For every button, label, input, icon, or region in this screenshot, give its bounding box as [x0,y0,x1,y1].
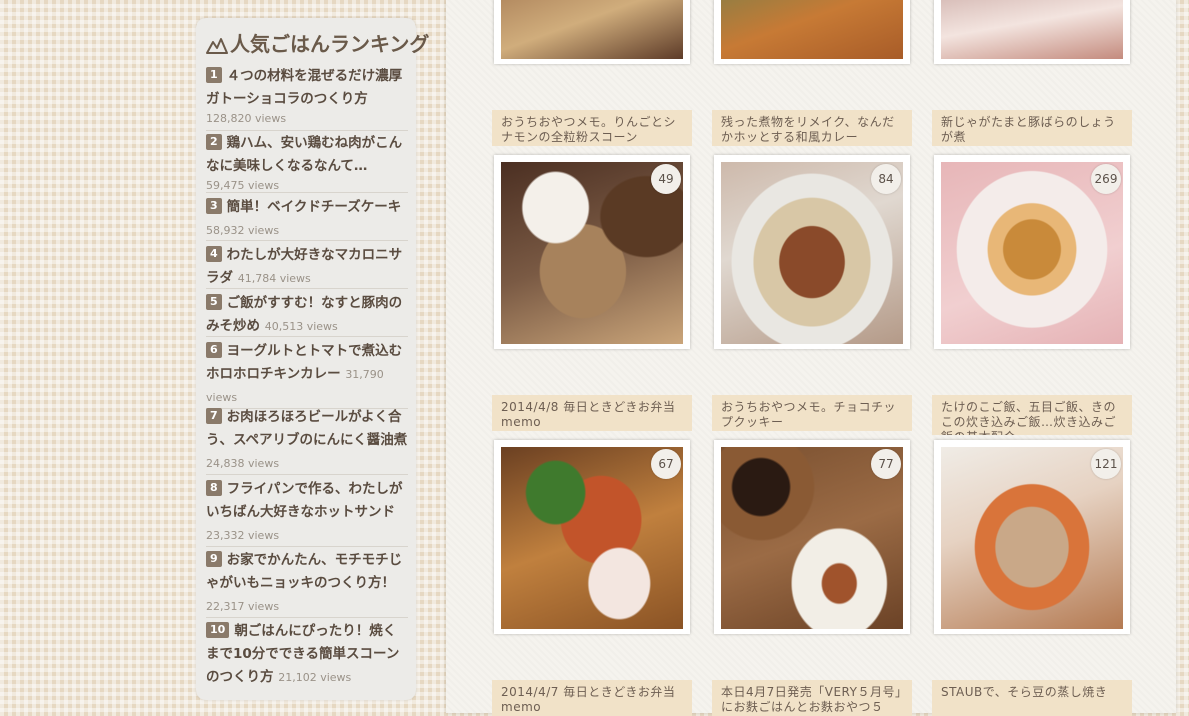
ranking-title: 人気ごはんランキング [206,28,429,58]
ranking-item-1[interactable]: 1 ４つの材料を混ぜるだけ濃厚ガトーショコラのつくり方 128,820 views [206,65,408,131]
rank-number: 1 [206,67,222,83]
post-photo[interactable]: 49 [494,155,690,349]
rank-number: 2 [206,134,222,150]
ranking-item-10[interactable]: 10 朝ごはんにぴったり！焼くまで10分でできる簡単スコーンのつくり方 21,10… [206,620,408,688]
ranking-item-views: 59,475 views [206,179,280,192]
ranking-item-title[interactable]: 鶏ハム、安い鶏むね肉がこんなに美味しくなるなんて… [206,135,402,174]
comment-count-badge: 67 [651,449,681,479]
ranking-item-views: 23,332 views [206,529,280,542]
ranking-item-title[interactable]: フライパンで作る、わたしがいちばん大好きなホットサンド [206,481,403,520]
rank-number: 8 [206,480,222,496]
mountain-icon [206,38,228,54]
post-title[interactable]: 新じゃがたまと豚ばらのしょうが煮 [932,110,1132,146]
post-title[interactable]: 本日4月7日発売「VERY５月号」にお麩ごはんとお麩おやつ５ [712,680,912,716]
rank-number: 7 [206,408,222,424]
ranking-item-title[interactable]: 簡単！ベイクドチーズケーキ [227,199,402,215]
rank-number: 6 [206,342,222,358]
ranking-title-text: 人気ごはんランキング [230,32,430,56]
comment-count-badge: 77 [871,449,901,479]
rank-number: 10 [206,622,230,638]
ranking-item-title[interactable]: お肉ほろほろビールがよく合う、スペアリブのにんにく醤油煮 [206,409,407,448]
ranking-item-3[interactable]: 3 簡単！ベイクドチーズケーキ 58,932 views [206,196,408,241]
post-photo[interactable]: 67 [494,440,690,634]
comment-count-badge: 269 [1091,164,1121,194]
ranking-item-views: 41,784 views [237,272,311,285]
rank-number: 3 [206,198,222,214]
comment-count-badge: 121 [1091,449,1121,479]
ranking-item-title[interactable]: ４つの材料を混ぜるだけ濃厚ガトーショコラのつくり方 [206,68,402,107]
ranking-item-9[interactable]: 9 お家でかんたん、モチモチじゃがいもニョッキのつくり方！ 22,317 view… [206,549,408,618]
rank-number: 4 [206,246,222,262]
post-title[interactable]: 2014/4/8 毎日ときどきお弁当memo [492,395,692,431]
post-title[interactable]: STAUBで、そら豆の蒸し焼き [932,680,1132,716]
ranking-item-8[interactable]: 8 フライパンで作る、わたしがいちばん大好きなホットサンド 23,332 view… [206,478,408,547]
ranking-item-4[interactable]: 4 わたしが大好きなマカロニサラダ 41,784 views [206,244,408,289]
post-photo[interactable]: 269 [934,155,1130,349]
post-photo[interactable] [714,0,910,64]
comment-count-badge: 49 [651,164,681,194]
post-photo[interactable] [494,0,690,64]
rank-number: 5 [206,294,222,310]
rank-number: 9 [206,551,222,567]
ranking-item-2[interactable]: 2 鶏ハム、安い鶏むね肉がこんなに美味しくなるなんて… 59,475 views [206,132,408,193]
post-photo[interactable]: 121 [934,440,1130,634]
post-title[interactable]: 残った煮物をリメイク、なんだかホッとする和風カレー [712,110,912,146]
post-grid: おうちおやつメモ。りんごとシナモンの全粒粉スコーン 残った煮物をリメイク、なんだ… [446,0,1176,716]
ranking-item-views: 40,513 views [264,320,338,333]
post-title[interactable]: たけのこご飯、五目ご飯、きのこの炊き込みご飯…炊き込みご飯の基本配合 [932,395,1132,435]
post-title[interactable]: おうちおやつメモ。りんごとシナモンの全粒粉スコーン [492,110,692,146]
ranking-item-views: 24,838 views [206,457,280,470]
ranking-sidebar: 人気ごはんランキング 1 ４つの材料を混ぜるだけ濃厚ガトーショコラのつくり方 12… [196,18,429,700]
ranking-item-6[interactable]: 6 ヨーグルトとトマトで煮込むホロホロチキンカレー 31,790 views [206,340,408,409]
ranking-item-5[interactable]: 5 ご飯がすすむ！なすと豚肉のみそ炒め 40,513 views [206,292,408,337]
ranking-item-views: 128,820 views [206,112,287,125]
post-title[interactable]: おうちおやつメモ。チョコチップクッキー [712,395,912,431]
post-photo[interactable] [934,0,1130,64]
ranking-item-views: 58,932 views [206,224,280,237]
ranking-item-7[interactable]: 7 お肉ほろほろビールがよく合う、スペアリブのにんにく醤油煮 24,838 vie… [206,406,408,475]
post-title[interactable]: 2014/4/7 毎日ときどきお弁当memo [492,680,692,716]
post-photo[interactable]: 84 [714,155,910,349]
post-photo[interactable]: 77 [714,440,910,634]
ranking-item-views: 21,102 views [278,671,352,684]
ranking-item-title[interactable]: お家でかんたん、モチモチじゃがいもニョッキのつくり方！ [206,552,402,591]
comment-count-badge: 84 [871,164,901,194]
ranking-item-views: 22,317 views [206,600,280,613]
